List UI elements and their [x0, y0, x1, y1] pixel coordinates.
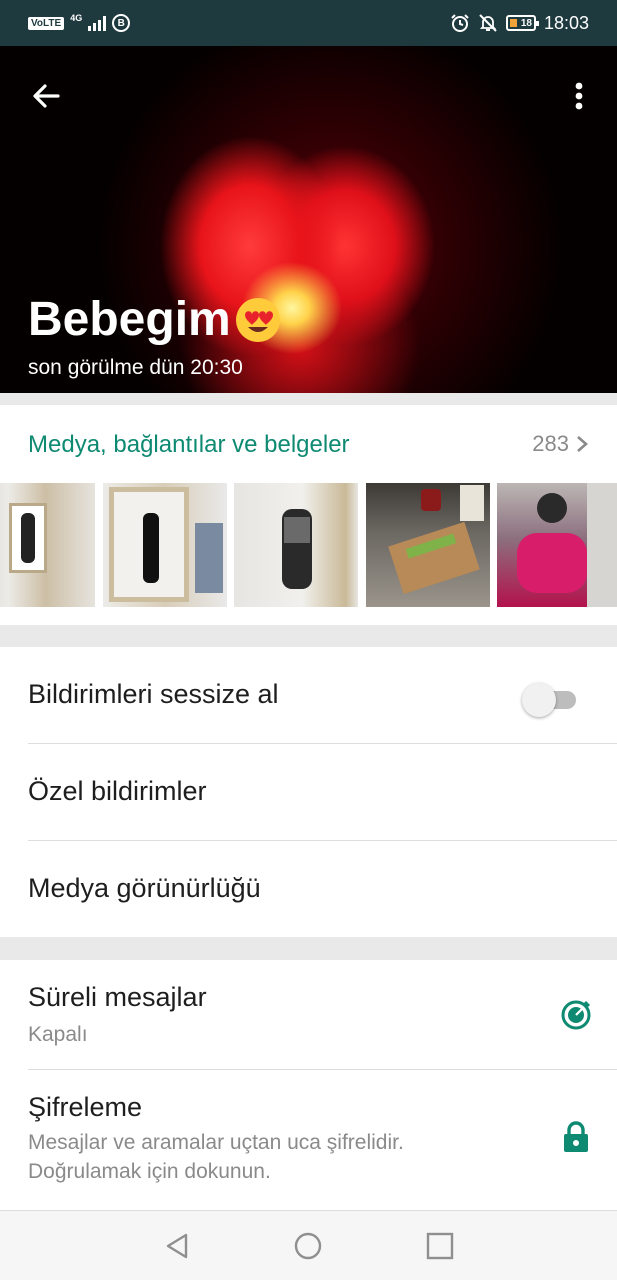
- media-visibility-label: Medya görünürlüğü: [28, 873, 261, 903]
- signal-icon: [88, 15, 107, 31]
- nav-back-icon[interactable]: [162, 1231, 192, 1261]
- mute-notifications-label: Bildirimleri sessize al: [28, 679, 279, 709]
- contact-name: Bebegim: [28, 292, 283, 347]
- media-section: Medya, bağlantılar ve belgeler 283: [0, 405, 617, 625]
- chevron-right-icon: [577, 436, 588, 452]
- mute-notifications-row[interactable]: Bildirimleri sessize al: [0, 647, 617, 744]
- network-type: 4G: [70, 13, 83, 23]
- media-title[interactable]: Medya, bağlantılar ve belgeler: [28, 431, 350, 459]
- media-thumbnail[interactable]: [366, 483, 490, 607]
- nav-home-icon[interactable]: [293, 1231, 323, 1261]
- status-bar: VoLTE 4G B 18 18:03: [0, 0, 617, 46]
- timer-icon: [561, 1000, 591, 1030]
- lock-icon: [564, 1121, 588, 1152]
- disappearing-messages-row[interactable]: Süreli mesajlar Kapalı: [0, 960, 617, 1069]
- media-thumbnails: [0, 483, 617, 607]
- more-vert-icon[interactable]: [566, 78, 592, 114]
- custom-notifications-row[interactable]: Özel bildirimler: [0, 744, 617, 841]
- media-count-link[interactable]: 283: [532, 431, 589, 457]
- last-seen: son görülme dün 20:30: [28, 356, 243, 379]
- heart-eyes-emoji-icon: [235, 297, 280, 342]
- custom-notifications-label: Özel bildirimler: [28, 776, 207, 806]
- status-right: 18 18:03: [450, 10, 589, 36]
- encryption-desc-line2: Doğrulamak için dokunun.: [28, 1160, 271, 1183]
- disappearing-messages-value: Kapalı: [28, 1023, 88, 1046]
- privacy-section: Süreli mesajlar Kapalı Şifreleme Mesajla…: [0, 960, 617, 1210]
- bell-off-icon: [479, 14, 497, 32]
- mute-toggle-knob: [522, 683, 556, 717]
- notification-settings-section: Bildirimleri sessize al Özel bildirimler…: [0, 647, 617, 937]
- media-count: 283: [532, 431, 569, 456]
- disappearing-messages-label: Süreli mesajlar: [28, 982, 207, 1012]
- media-thumbnail[interactable]: [0, 483, 95, 607]
- battery-level: 18: [520, 17, 532, 29]
- system-nav-bar: [0, 1210, 617, 1280]
- encryption-row[interactable]: Şifreleme Mesajlar ve aramalar uçtan uca…: [0, 1070, 617, 1210]
- status-left: VoLTE 4G B: [28, 12, 131, 34]
- contact-name-text: Bebegim: [28, 293, 231, 346]
- media-visibility-row[interactable]: Medya görünürlüğü: [0, 841, 617, 937]
- volte-icon: VoLTE: [28, 16, 65, 30]
- battery-icon: 18: [505, 15, 539, 31]
- back-arrow-icon[interactable]: [28, 78, 64, 114]
- clock: 18:03: [543, 12, 589, 33]
- nav-recents-icon[interactable]: [425, 1231, 455, 1261]
- b-app-icon: B: [112, 14, 131, 32]
- mute-toggle[interactable]: [522, 681, 578, 717]
- profile-photo-header[interactable]: Bebegim son görülme dün 20:30: [0, 46, 617, 393]
- encryption-desc-line1: Mesajlar ve aramalar uçtan uca şifrelidi…: [28, 1131, 404, 1154]
- encryption-label: Şifreleme: [28, 1092, 143, 1122]
- alarm-icon: [451, 14, 469, 32]
- media-thumbnail[interactable]: [103, 483, 227, 607]
- media-thumbnail[interactable]: [497, 483, 617, 607]
- media-thumbnail[interactable]: [234, 483, 358, 607]
